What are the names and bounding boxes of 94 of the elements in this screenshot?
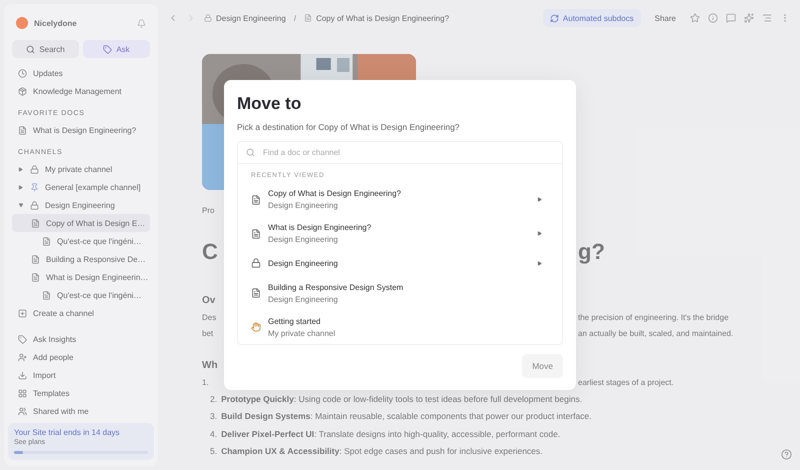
share-button[interactable]: Share <box>648 14 682 22</box>
breadcrumb-separator: / <box>294 14 296 22</box>
star-icon[interactable] <box>690 13 700 23</box>
doc-icon <box>304 14 312 22</box>
sidebar-nav-item[interactable]: Import <box>12 366 150 384</box>
create-channel-item[interactable]: Create a channel <box>12 304 150 322</box>
destination-row[interactable]: Building a Responsive Design System Design Engineering <box>238 276 562 310</box>
document-text: bet <box>202 328 214 338</box>
doc-icon <box>42 236 51 246</box>
destination-row[interactable]: Getting started My private channel <box>238 310 562 344</box>
workspace-logo <box>16 17 28 29</box>
sidebar-tree-item[interactable]: Building a Responsive De… <box>12 250 150 268</box>
doc-icon <box>251 194 261 205</box>
tag-icon <box>103 44 112 54</box>
pin-icon <box>30 182 39 192</box>
dialog-subtitle: Pick a destination for Copy of What is Design Engineering? <box>237 122 461 132</box>
dialog-title: Move to <box>237 94 302 114</box>
workspace-name[interactable]: Nicelydone <box>34 18 131 28</box>
breadcrumb-link[interactable]: Design Engineering <box>216 14 286 22</box>
download-icon <box>18 370 27 380</box>
sidebar-nav-item[interactable]: Shared with me <box>12 402 150 420</box>
list-number: 4. <box>210 428 218 439</box>
users-icon <box>18 406 27 416</box>
doc-icon <box>251 288 261 298</box>
refresh-icon <box>550 14 559 22</box>
grid-icon <box>18 388 27 398</box>
doc-icon <box>251 228 261 239</box>
ask-button[interactable]: Ask <box>83 40 150 58</box>
list-item-text: Deliver Pixel-Perfect UI: Translate designs into high-quality, accessible, performant code. <box>221 428 560 439</box>
document-text: Wh <box>202 360 219 370</box>
lock-icon <box>251 258 261 268</box>
info-icon[interactable] <box>708 13 718 23</box>
lock-icon <box>30 200 39 210</box>
bell-icon[interactable] <box>137 18 146 28</box>
clock-icon <box>18 68 27 78</box>
plus-icon <box>18 308 27 318</box>
destination-row[interactable]: Design Engineering <box>238 250 562 276</box>
list-number: 5. <box>210 446 218 456</box>
document-text: Ov <box>202 294 216 306</box>
document-text: Pro <box>202 206 216 214</box>
document-text: C <box>202 239 219 265</box>
expand-arrow-icon[interactable] <box>537 197 542 202</box>
lock-icon <box>204 14 212 22</box>
sidebar-nav-item[interactable]: Updates <box>12 64 150 82</box>
doc-icon <box>18 126 27 134</box>
list-item-text: Prototype Quickly: Using code or low-fidelity tools to test ideas before full development begins. <box>221 394 582 404</box>
document-text: g? <box>578 239 606 265</box>
destination-row[interactable]: What is Design Engineering? Design Engineering <box>238 216 562 251</box>
list-item-text: Champion UX & Accessibility: Spot edge cases and push for inclusive experiences. <box>221 446 543 456</box>
hand-icon <box>251 322 261 332</box>
sidebar-tree-item[interactable]: Qu'est-ce que l'ingéni… <box>12 286 150 304</box>
caret-icon[interactable] <box>18 166 24 172</box>
list-item-text: Build Design Systems: Maintain reusable, scalable components that power our product interface. <box>221 411 592 422</box>
document-text: an actually be built, scaled, and maintained. <box>578 328 734 338</box>
sidebar-nav-item[interactable]: Add people <box>12 348 150 366</box>
breadcrumb-link[interactable]: Copy of What is Design Engineering? <box>316 14 450 22</box>
sidebar-tree-item[interactable]: My private channel <box>12 160 150 178</box>
sidebar-tree-item[interactable]: Qu'est-ce que l'ingéni… <box>12 232 150 250</box>
outline-icon[interactable] <box>762 13 772 23</box>
favorite-doc-item[interactable]: What is Design Engineering? <box>12 121 150 139</box>
document-text: the precision of engineering. It's the bridge <box>578 312 730 322</box>
doc-icon <box>31 272 40 282</box>
automated-subdocs-button[interactable]: Automated subdocs <box>542 9 641 27</box>
lock-icon <box>30 164 39 174</box>
add-user-icon <box>18 352 27 362</box>
expand-arrow-icon[interactable] <box>537 260 542 266</box>
caret-icon[interactable] <box>18 184 24 190</box>
search-button[interactable]: Search <box>12 40 79 58</box>
sidebar-tree-item[interactable]: Design Engineering <box>12 196 150 214</box>
doc-icon <box>31 218 40 228</box>
search-icon <box>26 44 36 54</box>
doc-icon <box>31 254 40 264</box>
box-icon <box>18 86 27 96</box>
expand-arrow-icon[interactable] <box>537 231 542 236</box>
list-number: 2. <box>210 394 218 404</box>
caret-icon[interactable] <box>18 202 24 208</box>
sidebar-tree-item[interactable]: Copy of What is Design E… <box>12 214 150 232</box>
sidebar-tree-item[interactable]: General [example channel] <box>12 178 150 196</box>
document-text: 1. <box>202 378 210 386</box>
sidebar-nav-item[interactable]: Knowledge Management <box>12 82 150 100</box>
search-icon <box>246 148 255 157</box>
sidebar-tree-item[interactable]: What is Design Engineerin… <box>12 268 150 286</box>
sidebar-nav-item[interactable]: Ask Insights <box>12 330 150 348</box>
document-text: earliest stages of a project. <box>578 378 675 386</box>
document-text: Des <box>202 312 218 322</box>
list-number: 3. <box>210 411 218 422</box>
sparkle-icon[interactable] <box>744 13 754 23</box>
help-icon[interactable] <box>781 449 792 460</box>
sidebar-nav-item[interactable]: Templates <box>12 384 150 402</box>
trial-message: Your Site trial ends in 14 days <box>14 428 121 437</box>
tag-icon <box>18 334 27 344</box>
comment-icon[interactable] <box>726 13 736 23</box>
destination-row[interactable]: Copy of What is Design Engineering? Design Engineering <box>238 182 562 217</box>
doc-icon <box>42 290 51 300</box>
